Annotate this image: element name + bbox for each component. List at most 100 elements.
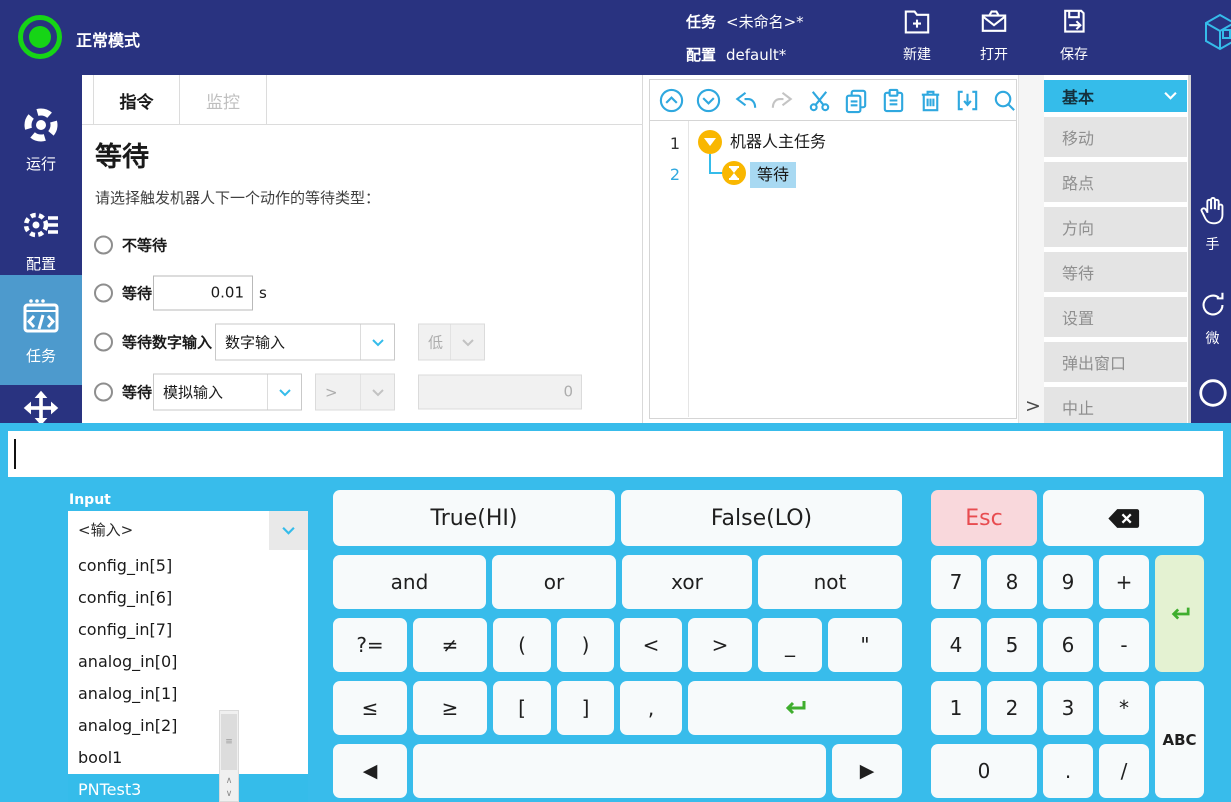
list-item[interactable]: config_in[7] [68,614,308,646]
sidebar-item-task[interactable]: 任务 [0,275,82,385]
open-task-button[interactable]: 打开 [962,6,1026,64]
list-scrollbar[interactable]: ≡ ∧ ∨ [219,710,239,802]
key-minus[interactable]: - [1099,618,1149,672]
key-xor[interactable]: xor [622,555,752,609]
key-less-than[interactable]: < [620,618,682,672]
key-0[interactable]: 0 [931,744,1037,798]
paste-button[interactable] [880,87,907,114]
analog-threshold-input[interactable]: 0 [418,375,582,410]
key-or[interactable]: or [492,555,616,609]
digital-level-select[interactable]: 低 [418,324,485,361]
expand-panel-chevron[interactable]: > [1025,395,1041,417]
analog-input-select[interactable]: 模拟输入 [153,374,302,411]
expression-input[interactable] [8,431,1223,477]
command-button-waypoint[interactable]: 路点 [1044,162,1187,202]
key-1[interactable]: 1 [931,681,981,735]
key-true-hi[interactable]: True(HI) [333,490,615,546]
tab-instruction[interactable]: 指令 [93,75,180,125]
key-4[interactable]: 4 [931,618,981,672]
list-item[interactable]: config_in[5] [68,550,308,582]
key-not[interactable]: not [758,555,902,609]
key-space[interactable] [413,744,826,798]
list-item[interactable]: analog_in[0] [68,646,308,678]
key-5[interactable]: 5 [987,618,1037,672]
scrollbar-thumb[interactable]: ≡ [221,714,237,770]
sidebar-item-config[interactable]: 配置 [0,187,82,287]
key-star[interactable]: * [1099,681,1149,735]
key-abc-mode[interactable]: ABC [1155,681,1204,798]
radio-no-wait[interactable] [94,236,113,255]
key-rbracket[interactable]: ] [557,681,614,735]
key-quote[interactable]: " [828,618,902,672]
main-task-node-icon[interactable] [698,130,722,154]
list-item[interactable]: bool1 [68,742,308,774]
command-button-abort[interactable]: 中止 [1044,387,1187,427]
command-button-move[interactable]: 移动 [1044,117,1187,157]
new-task-button[interactable]: 新建 [885,6,949,64]
redo-button[interactable] [769,87,796,114]
delete-button[interactable] [917,87,944,114]
command-button-wait[interactable]: 等待 [1044,252,1187,292]
key-greater-than[interactable]: > [688,618,752,672]
list-item[interactable]: analog_in[1] [68,678,308,710]
tree-row-main-task[interactable]: 机器人主任务 [730,129,826,155]
key-enter[interactable] [1155,555,1204,672]
list-item[interactable]: analog_in[2] [68,710,308,742]
key-backspace[interactable] [1043,490,1204,546]
command-button-set[interactable]: 设置 [1044,297,1187,337]
radio-wait-time[interactable] [94,284,113,303]
move-down-button[interactable] [695,87,722,114]
list-item[interactable]: config_in[6] [68,582,308,614]
strip-circle-button[interactable] [1191,375,1231,415]
key-false-lo[interactable]: False(LO) [621,490,902,546]
category-dropdown-basic[interactable]: 基本 [1044,80,1187,112]
analog-compare-select[interactable]: > [315,374,395,411]
sidebar-item-run[interactable]: 运行 [0,87,82,187]
copy-button[interactable] [843,87,870,114]
input-variable-select[interactable]: <输入> [68,511,308,550]
key-comma[interactable]: , [620,681,682,735]
hand-guide-button[interactable]: 手 [1191,193,1231,254]
radio-wait-analog[interactable] [94,383,113,402]
radio-wait-digital[interactable] [94,333,113,352]
key-enter-wide[interactable] [688,681,902,735]
key-greater-equal[interactable]: ≥ [413,681,487,735]
key-7[interactable]: 7 [931,555,981,609]
key-and[interactable]: and [333,555,486,609]
key-cursor-right[interactable]: ▶ [832,744,902,798]
key-8[interactable]: 8 [987,555,1037,609]
move-up-button[interactable] [658,87,685,114]
list-item-selected[interactable]: PNTest3 [68,774,308,802]
cut-button[interactable] [806,87,833,114]
key-lbracket[interactable]: [ [493,681,551,735]
key-3[interactable]: 3 [1043,681,1093,735]
scroll-down-icon[interactable]: ∨ [220,788,238,801]
undo-button[interactable] [732,87,759,114]
tab-monitor[interactable]: 监控 [180,75,267,125]
key-slash[interactable]: / [1099,744,1149,798]
key-underscore[interactable]: _ [758,618,822,672]
wait-time-input[interactable]: 0.01 [153,276,253,311]
wait-node-icon[interactable] [722,161,746,185]
insert-button[interactable] [954,87,981,114]
key-rparen[interactable]: ) [557,618,614,672]
key-6[interactable]: 6 [1043,618,1093,672]
key-cursor-left[interactable]: ◀ [333,744,407,798]
key-2[interactable]: 2 [987,681,1037,735]
jog-button[interactable]: 微 [1191,287,1231,348]
key-assign[interactable]: ?= [333,618,407,672]
key-plus[interactable]: + [1099,555,1149,609]
tree-row-wait[interactable]: 等待 [750,162,796,188]
key-9[interactable]: 9 [1043,555,1093,609]
search-icon[interactable] [991,87,1018,114]
save-task-button[interactable]: 保存 [1042,6,1106,64]
scroll-up-icon[interactable]: ∧ [220,775,238,788]
digital-input-select[interactable]: 数字输入 [215,324,395,361]
command-button-popup[interactable]: 弹出窗口 [1044,342,1187,382]
key-dot[interactable]: . [1043,744,1093,798]
key-not-equal[interactable]: ≠ [413,618,487,672]
key-less-equal[interactable]: ≤ [333,681,407,735]
key-esc[interactable]: Esc [931,490,1037,546]
robot-3d-view-icon[interactable] [1198,8,1231,64]
key-lparen[interactable]: ( [493,618,551,672]
